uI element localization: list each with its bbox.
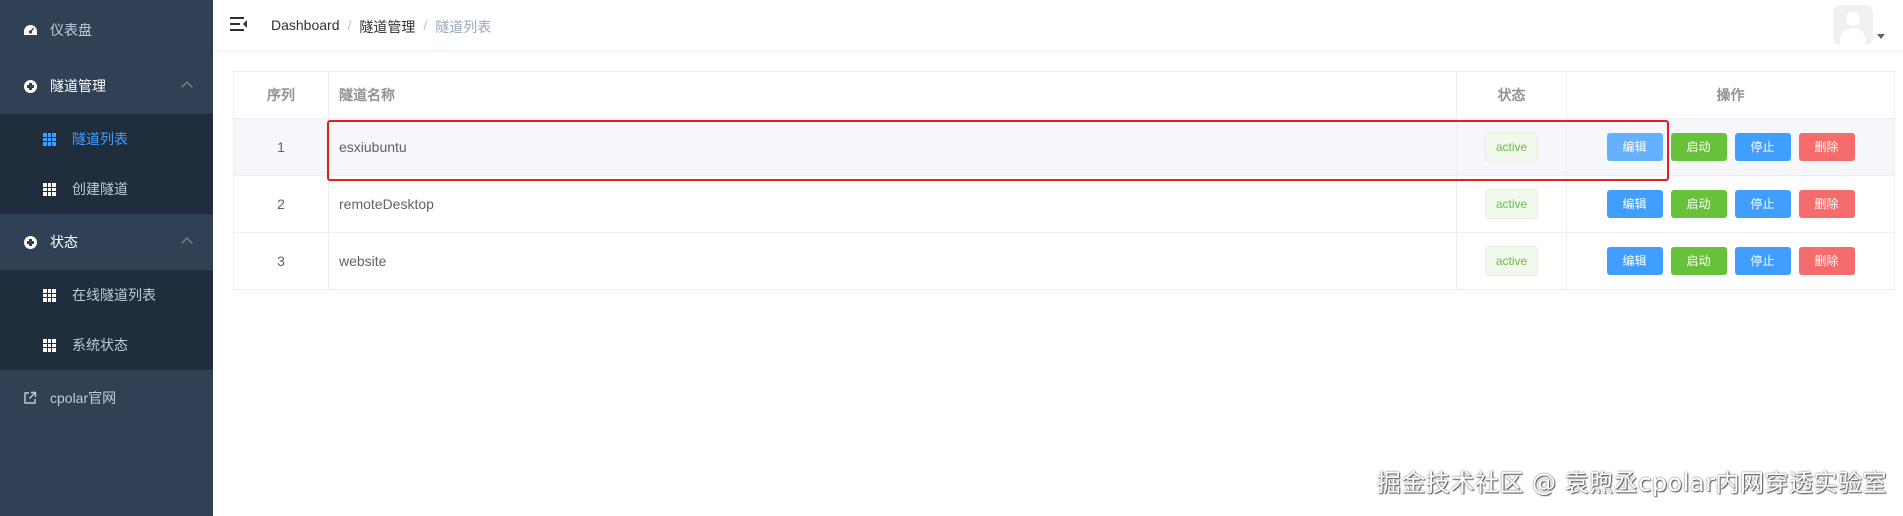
hamburger-menu-icon[interactable] xyxy=(230,17,247,31)
row-actions: 编辑 启动 停止 删除 xyxy=(1566,175,1895,233)
delete-button[interactable]: 删除 xyxy=(1798,133,1855,161)
breadcrumb-separator: / xyxy=(347,17,352,33)
sidebar-group-status[interactable]: 状态 xyxy=(0,214,213,270)
table-row[interactable]: 1 esxiubuntu active 编辑 启动 停止 删除 xyxy=(233,118,1895,176)
sidebar-item-label: 创建隧道 xyxy=(72,181,128,197)
grid-icon xyxy=(43,132,56,146)
table-header-row: 序列 隧道名称 状态 操作 xyxy=(233,71,1895,119)
grid-icon xyxy=(43,338,56,352)
row-tunnel-name: esxiubuntu xyxy=(328,118,1457,176)
chevron-up-icon xyxy=(181,237,193,249)
grid-icon xyxy=(43,288,56,302)
avatar-body xyxy=(1840,28,1866,45)
tunnel-table: 序列 隧道名称 状态 操作 1 esxiubuntu active 编辑 启动 停止… xyxy=(233,71,1895,290)
status-badge: active xyxy=(1484,132,1539,162)
row-index: 2 xyxy=(233,175,329,233)
status-badge: active xyxy=(1484,246,1539,276)
avatar-head xyxy=(1846,12,1860,26)
row-index: 3 xyxy=(233,232,329,290)
row-actions: 编辑 启动 停止 删除 xyxy=(1566,232,1895,290)
sidebar-item-system-status[interactable]: 系统状态 xyxy=(0,320,213,370)
sidebar-group-label: 隧道管理 xyxy=(50,78,106,94)
breadcrumb: Dashboard / 隧道管理 / 隧道列表 xyxy=(271,17,491,37)
row-actions: 编辑 启动 停止 删除 xyxy=(1566,118,1895,176)
sidebar-item-label: 系统状态 xyxy=(72,337,128,353)
chevron-up-icon xyxy=(181,81,193,93)
sidebar: 仪表盘 隧道管理 隧道列表 创建隧道 状态 在线隧道列表 系统状态 cpolar… xyxy=(0,0,213,516)
avatar[interactable] xyxy=(1833,5,1873,45)
dashboard-gauge-icon xyxy=(22,22,38,38)
navbar: Dashboard / 隧道管理 / 隧道列表 xyxy=(213,0,1903,50)
breadcrumb-separator: / xyxy=(423,17,428,33)
caret-down-icon[interactable] xyxy=(1877,34,1885,39)
edit-button[interactable]: 编辑 xyxy=(1606,133,1663,161)
row-status-cell: active xyxy=(1456,232,1567,290)
sidebar-group-label: 状态 xyxy=(50,234,78,250)
delete-button[interactable]: 删除 xyxy=(1798,247,1855,275)
sidebar-item-label: 隧道列表 xyxy=(72,131,128,147)
column-header-name: 隧道名称 xyxy=(328,71,1457,119)
edit-button[interactable]: 编辑 xyxy=(1606,247,1663,275)
sidebar-item-label: 仪表盘 xyxy=(50,22,92,38)
sidebar-item-tunnel-list[interactable]: 隧道列表 xyxy=(0,114,213,164)
edit-button[interactable]: 编辑 xyxy=(1606,190,1663,218)
sidebar-group-tunnel-management[interactable]: 隧道管理 xyxy=(0,58,213,114)
row-tunnel-name: website xyxy=(328,232,1457,290)
grid-icon xyxy=(43,182,56,196)
breadcrumb-dashboard[interactable]: Dashboard xyxy=(271,17,340,37)
table-row[interactable]: 2 remoteDesktop active 编辑 启动 停止 删除 xyxy=(233,175,1895,233)
row-index: 1 xyxy=(233,118,329,176)
stop-button[interactable]: 停止 xyxy=(1734,190,1791,218)
start-button[interactable]: 启动 xyxy=(1670,190,1727,218)
sidebar-item-label: cpolar官网 xyxy=(50,390,117,406)
row-status-cell: active xyxy=(1456,175,1567,233)
delete-button[interactable]: 删除 xyxy=(1798,190,1855,218)
start-button[interactable]: 启动 xyxy=(1670,247,1727,275)
row-status-cell: active xyxy=(1456,118,1567,176)
plus-circle-icon xyxy=(22,234,38,250)
sidebar-item-create-tunnel[interactable]: 创建隧道 xyxy=(0,164,213,214)
table-row[interactable]: 3 website active 编辑 启动 停止 删除 xyxy=(233,232,1895,290)
start-button[interactable]: 启动 xyxy=(1670,133,1727,161)
sidebar-item-cpolar-website[interactable]: cpolar官网 xyxy=(0,370,213,426)
external-link-icon xyxy=(22,390,38,406)
column-header-status: 状态 xyxy=(1456,71,1567,119)
stop-button[interactable]: 停止 xyxy=(1734,247,1791,275)
stop-button[interactable]: 停止 xyxy=(1734,133,1791,161)
column-header-index: 序列 xyxy=(233,71,329,119)
column-header-operations: 操作 xyxy=(1566,71,1895,119)
row-tunnel-name: remoteDesktop xyxy=(328,175,1457,233)
breadcrumb-tunnel-list: 隧道列表 xyxy=(435,19,492,35)
status-badge: active xyxy=(1484,189,1539,219)
sidebar-item-dashboard[interactable]: 仪表盘 xyxy=(0,2,213,58)
plus-circle-icon xyxy=(22,78,38,94)
watermark: 掘金技术社区 @ 袁煦丞cpolar内网穿透实验室 xyxy=(1376,469,1887,497)
sidebar-item-online-tunnels[interactable]: 在线隧道列表 xyxy=(0,270,213,320)
sidebar-item-label: 在线隧道列表 xyxy=(72,287,156,303)
breadcrumb-tunnel-management[interactable]: 隧道管理 xyxy=(359,17,415,37)
